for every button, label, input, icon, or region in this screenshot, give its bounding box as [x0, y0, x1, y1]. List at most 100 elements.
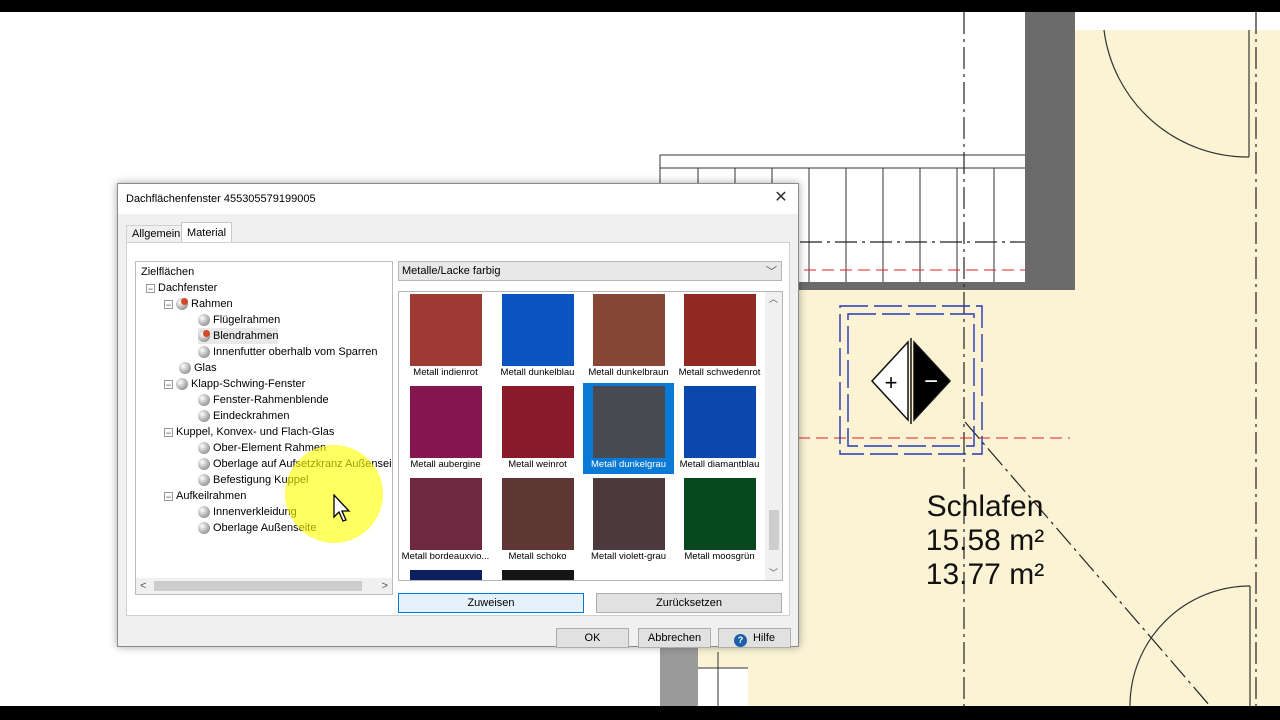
target-surface-tree[interactable]: Zielflächen − Dachfenster − Rahmen Flügelr…	[135, 261, 393, 595]
material-icon	[198, 474, 210, 486]
swatch-metall-bordeauxviolett[interactable]: Metall bordeauxvio...	[400, 475, 491, 566]
material-icon	[198, 314, 210, 326]
material-category-select[interactable]: Metalle/Lacke farbig ﹀	[398, 261, 782, 281]
swatch-metall-aubergine[interactable]: Metall aubergine	[400, 383, 491, 474]
material-icon	[198, 410, 210, 422]
tree-item-eindeckrahmen[interactable]: Eindeckrahmen	[198, 408, 289, 424]
swatch-partial[interactable]	[492, 567, 583, 580]
tree-item-label: Blendrahmen	[213, 330, 279, 342]
room-label: Schlafen 15.58 m² 13.77 m²	[890, 490, 1080, 592]
tree-item-dachfenster[interactable]: − Dachfenster	[146, 280, 217, 296]
tree-item-glas[interactable]: Glas	[179, 360, 217, 376]
swatch-metall-weinrot[interactable]: Metall weinrot	[492, 383, 583, 474]
tree-item-label: Glas	[194, 362, 217, 374]
room-name: Schlafen	[926, 490, 1044, 523]
swatch-metall-dunkelblau[interactable]: Metall dunkelblau	[492, 292, 583, 382]
swatch-color	[502, 294, 574, 366]
tree-item-innenfutter[interactable]: Innenfutter oberhalb vom Sparren	[198, 344, 378, 360]
swatch-label: Metall dunkelgrau	[591, 459, 666, 470]
scroll-left-icon[interactable]: <	[140, 578, 146, 594]
tree-item-rahmen[interactable]: − Rahmen	[164, 296, 233, 312]
material-swatch-grid: Metall indienrot Metall dunkelblau Metal…	[398, 291, 783, 581]
swatch-metall-diamantblau[interactable]: Metall diamantblau	[674, 383, 765, 474]
collapse-icon[interactable]: −	[164, 491, 173, 501]
swatch-color	[410, 478, 482, 550]
collapse-icon[interactable]: −	[164, 427, 173, 437]
tree-item-label: Innenfutter oberhalb vom Sparren	[213, 346, 378, 358]
swatch-metall-dunkelbraun[interactable]: Metall dunkelbraun	[583, 292, 674, 382]
dialog-titlebar[interactable]: Dachflächenfenster 455305579199005 ✕	[118, 184, 798, 214]
swatch-label: Metall dunkelbraun	[588, 367, 669, 378]
ok-button[interactable]: OK	[556, 628, 629, 648]
help-icon: ?	[733, 634, 747, 647]
tree-item-innenverkleidung[interactable]: Innenverkleidung	[198, 504, 297, 520]
tree-root[interactable]: Zielflächen	[141, 264, 194, 280]
swatch-color	[684, 294, 756, 366]
swatch-color	[410, 386, 482, 458]
plus-sign: +	[885, 370, 898, 395]
collapse-icon[interactable]: −	[164, 379, 173, 389]
swatch-metall-indienrot[interactable]: Metall indienrot	[400, 292, 491, 382]
cancel-button[interactable]: Abbrechen	[638, 628, 711, 648]
swatch-metall-dunkelgrau[interactable]: Metall dunkelgrau	[583, 383, 674, 474]
close-icon[interactable]: ✕	[770, 187, 792, 209]
room-area-2: 13.77 m²	[925, 558, 1045, 591]
assign-button[interactable]: Zuweisen	[398, 593, 584, 613]
swatch-label: Metall violett-grau	[591, 551, 666, 562]
tree-item-label: Eindeckrahmen	[213, 410, 290, 422]
swatch-color	[593, 294, 665, 366]
swatch-color	[593, 478, 665, 550]
tab-allgemein[interactable]: Allgemein	[126, 225, 187, 243]
scroll-right-icon[interactable]: >	[382, 578, 388, 594]
material-icon	[198, 522, 210, 534]
swatch-vertical-scrollbar[interactable]: ︿ ﹀	[765, 292, 782, 580]
room-area-1: 15.58 m²	[925, 524, 1045, 557]
tree-root-label: Zielflächen	[141, 266, 195, 278]
tree-item-fluegelrahmen[interactable]: Flügelrahmen	[198, 312, 280, 328]
dialog-title: Dachflächenfenster 455305579199005	[126, 193, 316, 205]
swatch-metall-moosgruen[interactable]: Metall moosgrün	[674, 475, 765, 566]
material-icon	[198, 458, 210, 470]
tree-item-klapp-schwing[interactable]: − Klapp-Schwing-Fenster	[164, 376, 305, 392]
minus-sign: −	[924, 368, 938, 395]
swatch-color	[502, 478, 574, 550]
swatch-label: Metall indienrot	[413, 367, 478, 378]
tree-item-label: Flügelrahmen	[213, 314, 281, 326]
scroll-up-icon[interactable]: ︿	[765, 292, 782, 306]
tree-item-label: Fenster-Rahmenblende	[213, 394, 329, 406]
swatch-color	[593, 386, 665, 458]
tree-item-label: Aufkeilrahmen	[176, 490, 247, 502]
collapse-icon[interactable]: −	[164, 299, 173, 309]
swatch-metall-schoko[interactable]: Metall schoko	[492, 475, 583, 566]
material-icon	[179, 362, 191, 374]
help-button-label: Hilfe	[752, 632, 775, 644]
reset-button[interactable]: Zurücksetzen	[596, 593, 782, 613]
tree-item-label: Rahmen	[191, 298, 233, 310]
scroll-thumb[interactable]	[769, 510, 779, 550]
material-icon	[198, 506, 210, 518]
swatch-metall-schwedenrot[interactable]: Metall schwedenrot	[674, 292, 765, 382]
material-icon	[176, 298, 188, 310]
tree-item-fenster-rahmenblende[interactable]: Fenster-Rahmenblende	[198, 392, 329, 408]
tree-item-label: Innenverkleidung	[213, 506, 297, 518]
tree-item-blendrahmen[interactable]: Blendrahmen	[198, 328, 279, 344]
tree-item-label: Kuppel, Konvex- und Flach-Glas	[176, 426, 335, 438]
scroll-down-icon[interactable]: ﹀	[765, 566, 782, 580]
tree-horizontal-scrollbar[interactable]: < >	[136, 578, 392, 594]
swatch-label: Metall schoko	[508, 551, 567, 562]
material-icon	[198, 330, 210, 342]
swatch-label: Metall bordeauxvio...	[401, 551, 490, 562]
swatch-color	[410, 294, 482, 366]
material-icon	[176, 378, 188, 390]
tree-item-aufkeilrahmen[interactable]: − Aufkeilrahmen	[164, 488, 246, 504]
tree-item-kuppel[interactable]: − Kuppel, Konvex- und Flach-Glas	[164, 424, 334, 440]
help-button[interactable]: ? Hilfe	[718, 628, 791, 648]
swatch-label: Metall aubergine	[410, 459, 481, 470]
swatch-metall-violett-grau[interactable]: Metall violett-grau	[583, 475, 674, 566]
chevron-down-icon[interactable]: ﹀	[766, 263, 777, 279]
tree-item-label: Klapp-Schwing-Fenster	[191, 378, 306, 390]
swatch-partial[interactable]	[400, 567, 491, 580]
scroll-thumb[interactable]	[154, 581, 362, 591]
tab-material[interactable]: Material	[181, 222, 233, 243]
collapse-icon[interactable]: −	[146, 283, 155, 293]
